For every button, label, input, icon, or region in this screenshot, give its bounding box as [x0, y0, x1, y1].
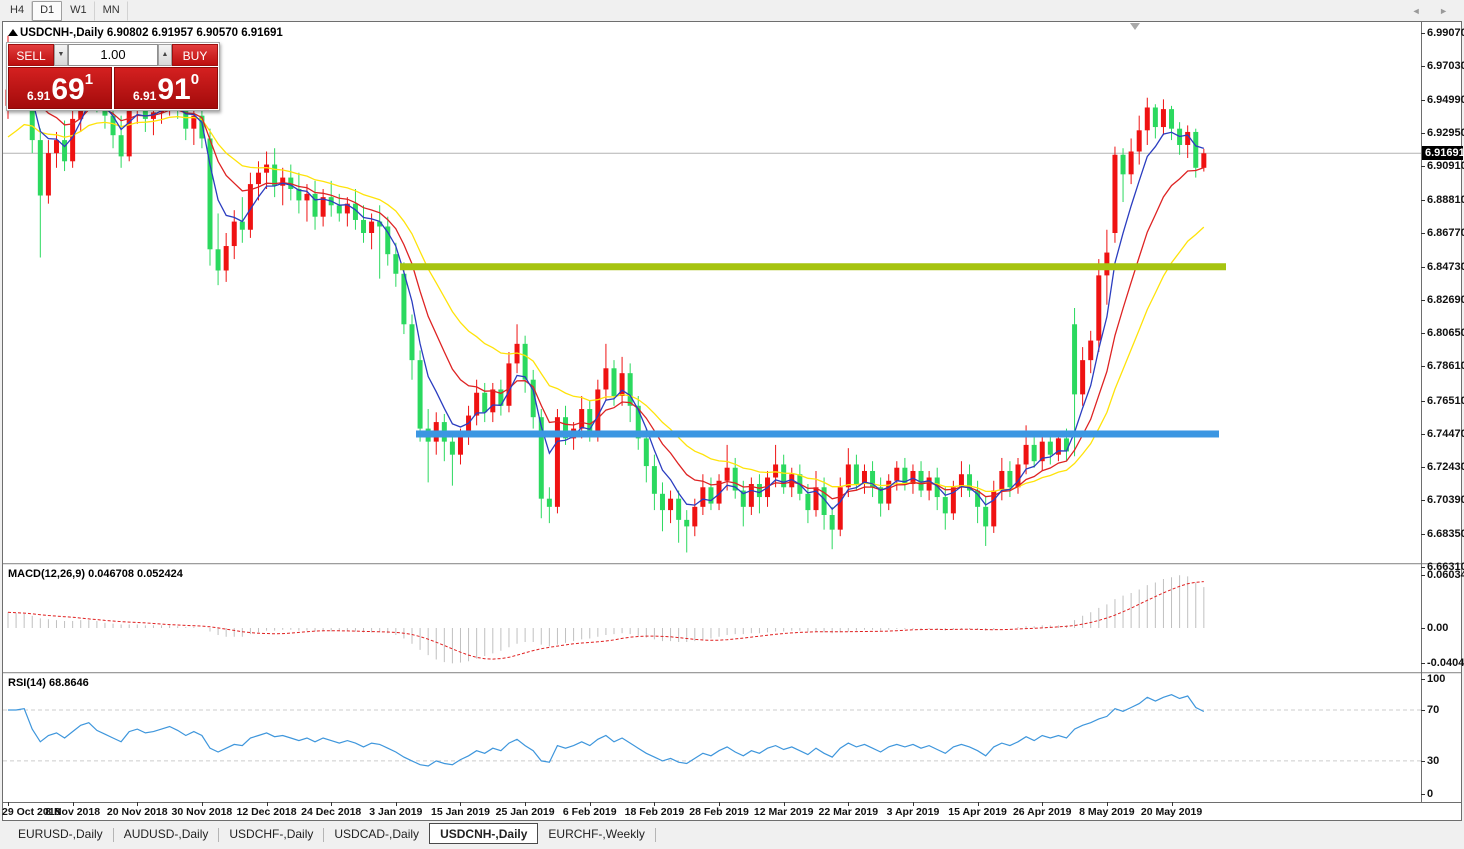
price-axis-label: 6.78610 — [1427, 360, 1464, 373]
price-axis-label: 6.72430 — [1427, 461, 1464, 474]
date-axis-label: 6 Feb 2019 — [562, 806, 617, 818]
period-button-d1[interactable]: D1 — [32, 0, 63, 21]
price-axis-label: 6.74470 — [1427, 427, 1464, 440]
date-axis-label: 3 Jan 2019 — [369, 806, 423, 818]
rsi-axis-label: 100 — [1427, 673, 1446, 685]
date-axis-label: 30 Nov 2018 — [171, 806, 233, 818]
date-axis-label: 28 Feb 2019 — [689, 806, 749, 818]
rsi-axis-label: 70 — [1427, 704, 1440, 716]
chart-window — [2, 21, 1462, 821]
bid-price-sup: 1 — [84, 71, 94, 88]
date-axis-separator — [3, 802, 1461, 803]
sell-button[interactable]: SELL — [8, 44, 54, 66]
price-axis-label: 6.94990 — [1427, 93, 1464, 106]
bid-price-big: 69 — [51, 73, 85, 106]
macd-axis-label: 0.060342 — [1427, 569, 1464, 582]
macd-label: MACD(12,26,9) 0.046708 0.052424 — [8, 568, 183, 580]
ask-price-prefix: 6.91 — [132, 89, 157, 103]
price-axis-label: 6.86770 — [1427, 227, 1464, 240]
pane-splitter-rsi[interactable] — [3, 672, 1461, 674]
price-axis-label: 6.97030 — [1427, 60, 1464, 73]
date-axis-label: 12 Dec 2018 — [236, 806, 297, 818]
ask-price-big: 91 — [157, 73, 191, 106]
panel-collapse-icon[interactable] — [8, 29, 18, 36]
price-axis-label: 6.76510 — [1427, 394, 1464, 407]
macd-axis-label: -0.040415 — [1427, 657, 1464, 670]
price-axis-label: 6.68350 — [1427, 527, 1464, 540]
volume-increase-button[interactable]: ▲ — [158, 44, 172, 66]
price-axis-label: 6.70390 — [1427, 494, 1464, 507]
date-axis-label: 24 Dec 2018 — [301, 806, 362, 818]
ask-price-button[interactable]: 6.91 91 0 — [114, 67, 218, 109]
chart-tab-usdcad-daily[interactable]: USDCAD-,Daily — [324, 824, 429, 843]
timeframe-toolbar: H4 D1 W1 MN — [0, 0, 1464, 21]
price-axis-label: 6.90910 — [1427, 160, 1464, 172]
buy-button[interactable]: BUY — [172, 44, 218, 66]
price-axis-label: 6.88810 — [1427, 194, 1464, 207]
chart-tab-usdchf-daily[interactable]: USDCHF-,Daily — [219, 824, 323, 843]
period-button-w1[interactable]: W1 — [62, 0, 95, 21]
bid-price-prefix: 6.91 — [26, 89, 51, 103]
date-axis-label: 18 Feb 2019 — [624, 806, 685, 818]
mt4-terminal: H4 D1 W1 MN USDCNH-,Daily 6.90802 6.91957 6… — [0, 0, 1464, 849]
date-axis-label: 3 Apr 2019 — [886, 806, 940, 818]
pane-splitter-macd[interactable] — [3, 563, 1461, 565]
chart-shift-marker-icon[interactable] — [1130, 23, 1140, 30]
date-axis-label: 25 Jan 2019 — [495, 806, 555, 818]
date-axis-label: 8 Nov 2018 — [45, 806, 101, 818]
rsi-axis-label: 0 — [1427, 788, 1434, 800]
chart-tab-bar: EURUSD-,Daily AUDUSD-,Daily USDCHF-,Daily U… — [0, 822, 1464, 849]
tab-scroll-arrows[interactable]: ◄ ► — [1412, 6, 1456, 16]
chart-tab-usdcnh-daily[interactable]: USDCNH-,Daily — [429, 823, 539, 844]
price-axis-label: 6.84730 — [1427, 260, 1464, 273]
bid-price-button[interactable]: 6.91 69 1 — [8, 67, 112, 109]
price-axis-separator — [1421, 22, 1422, 802]
date-axis-label: 20 Nov 2018 — [106, 806, 168, 818]
chart-tab-audusd-daily[interactable]: AUDUSD-,Daily — [114, 824, 219, 843]
date-axis-label: 22 Mar 2019 — [818, 806, 879, 818]
tab-separator — [654, 828, 656, 842]
volume-input[interactable]: 1.00 — [68, 44, 158, 66]
price-axis-label: 6.80650 — [1427, 327, 1464, 340]
one-click-trading-panel: SELL ▼ 1.00 ▲ BUY 6.91 69 1 6.91 91 0 — [6, 42, 220, 111]
current-price-tag: 6.91691 — [1422, 146, 1464, 161]
date-axis-label: 15 Apr 2019 — [948, 806, 1007, 818]
date-axis-label: 20 May 2019 — [1140, 806, 1203, 818]
date-axis-label: 26 Apr 2019 — [1012, 806, 1072, 818]
macd-axis-label: 0.00 — [1427, 622, 1449, 634]
chart-tab-eurchf-weekly[interactable]: EURCHF-,Weekly — [538, 824, 654, 843]
symbol-ohlc-header: USDCNH-,Daily 6.90802 6.91957 6.90570 6.… — [20, 27, 283, 39]
rsi-label: RSI(14) 68.8646 — [8, 677, 89, 689]
chart-tab-eurusd-daily[interactable]: EURUSD-,Daily — [8, 824, 113, 843]
volume-decrease-button[interactable]: ▼ — [54, 44, 68, 66]
price-axis-label: 6.82690 — [1427, 293, 1464, 306]
price-axis-label: 6.99070 — [1427, 27, 1464, 39]
date-axis-label: 12 Mar 2019 — [753, 806, 814, 818]
price-axis-label: 6.92950 — [1427, 126, 1464, 139]
date-axis-label: 8 May 2019 — [1079, 806, 1135, 818]
period-button-h4[interactable]: H4 — [2, 0, 33, 21]
ask-price-sup: 0 — [190, 71, 200, 88]
rsi-axis-label: 30 — [1427, 754, 1440, 767]
date-axis-label: 15 Jan 2019 — [430, 806, 490, 818]
period-button-mn[interactable]: MN — [95, 0, 128, 21]
